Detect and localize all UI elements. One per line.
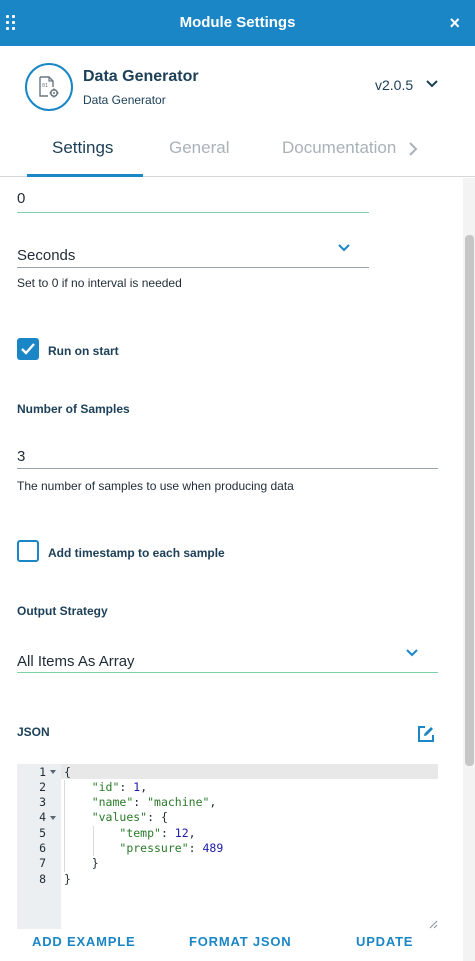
run-on-start-checkbox[interactable] (17, 338, 39, 360)
code-line: "temp": 12, (119, 826, 196, 840)
chevron-down-icon[interactable] (425, 79, 439, 89)
output-strategy-underline (17, 672, 438, 673)
interval-input-underline (17, 212, 369, 213)
window-header: Module Settings × (0, 0, 475, 46)
json-editor[interactable]: 1 2 3 4 5 6 7 8 { "id": 1, "name": "mach… (17, 764, 438, 929)
line-number: 6 (39, 841, 46, 855)
active-line-highlight (61, 764, 438, 779)
format-json-button[interactable]: FORMAT JSON (189, 934, 291, 949)
add-timestamp-label[interactable]: Add timestamp to each sample (48, 546, 225, 560)
action-bar: ADD EXAMPLE FORMAT JSON UPDATE (0, 932, 475, 952)
line-number: 7 (39, 856, 46, 870)
data-generator-icon: 01 (39, 76, 59, 98)
module-icon: 01 (25, 63, 73, 111)
update-button[interactable]: UPDATE (356, 934, 413, 949)
scrollbar-thumb[interactable] (465, 235, 474, 766)
line-number: 1 (39, 765, 46, 779)
number-of-samples-underline (17, 468, 438, 469)
edit-icon[interactable] (416, 724, 436, 744)
tab-settings[interactable]: Settings (52, 138, 113, 158)
close-icon[interactable]: × (449, 13, 460, 34)
fold-arrow-icon[interactable] (50, 816, 56, 820)
fold-arrow-icon[interactable] (50, 770, 56, 774)
version-select[interactable]: v2.0.5 (375, 77, 413, 93)
run-on-start-label[interactable]: Run on start (48, 344, 119, 358)
code-line: "pressure": 489 (119, 841, 224, 855)
module-subtitle: Data Generator (83, 93, 166, 107)
active-tab-indicator (27, 174, 143, 177)
add-timestamp-checkbox[interactable] (17, 540, 39, 562)
code-line: "name": "machine", (91, 795, 217, 809)
line-number: 4 (39, 810, 46, 824)
tab-bar: Settings General Documentation (0, 130, 475, 177)
checkmark-icon (21, 343, 35, 355)
tab-documentation[interactable]: Documentation (282, 138, 396, 158)
number-of-samples-input[interactable]: 3 (17, 448, 25, 465)
line-number: 5 (39, 826, 46, 840)
add-example-button[interactable]: ADD EXAMPLE (32, 934, 135, 949)
interval-unit-select[interactable]: Seconds (17, 247, 75, 264)
chevron-down-icon[interactable] (405, 648, 419, 658)
interval-hint: Set to 0 if no interval is needed (17, 276, 182, 290)
code-line: "values": { (91, 810, 168, 824)
tab-general[interactable]: General (169, 138, 229, 158)
line-number: 8 (39, 872, 46, 886)
number-of-samples-label: Number of Samples (17, 402, 130, 416)
interval-unit-underline (17, 267, 369, 268)
module-name: Data Generator (83, 68, 199, 85)
code-line: } (91, 856, 99, 870)
window-title: Module Settings (179, 14, 296, 31)
output-strategy-select[interactable]: All Items As Array (17, 653, 135, 670)
chevron-right-icon[interactable] (408, 142, 418, 156)
number-of-samples-hint: The number of samples to use when produc… (17, 479, 294, 493)
output-strategy-label: Output Strategy (17, 604, 108, 618)
chevron-down-icon[interactable] (337, 243, 351, 253)
editor-gutter: 1 2 3 4 5 6 7 8 (17, 764, 61, 929)
line-number: 3 (39, 795, 46, 809)
svg-text:01: 01 (42, 83, 48, 89)
code-line: "id": 1, (91, 780, 148, 794)
interval-input[interactable]: 0 (17, 190, 25, 207)
module-header: 01 Data Generator Data Generator v2.0.5 (0, 46, 475, 130)
json-label: JSON (17, 725, 50, 739)
line-number: 2 (39, 780, 46, 794)
code-line: } (64, 872, 71, 886)
resize-handle-icon[interactable] (429, 920, 438, 929)
code-line: { (64, 765, 71, 779)
